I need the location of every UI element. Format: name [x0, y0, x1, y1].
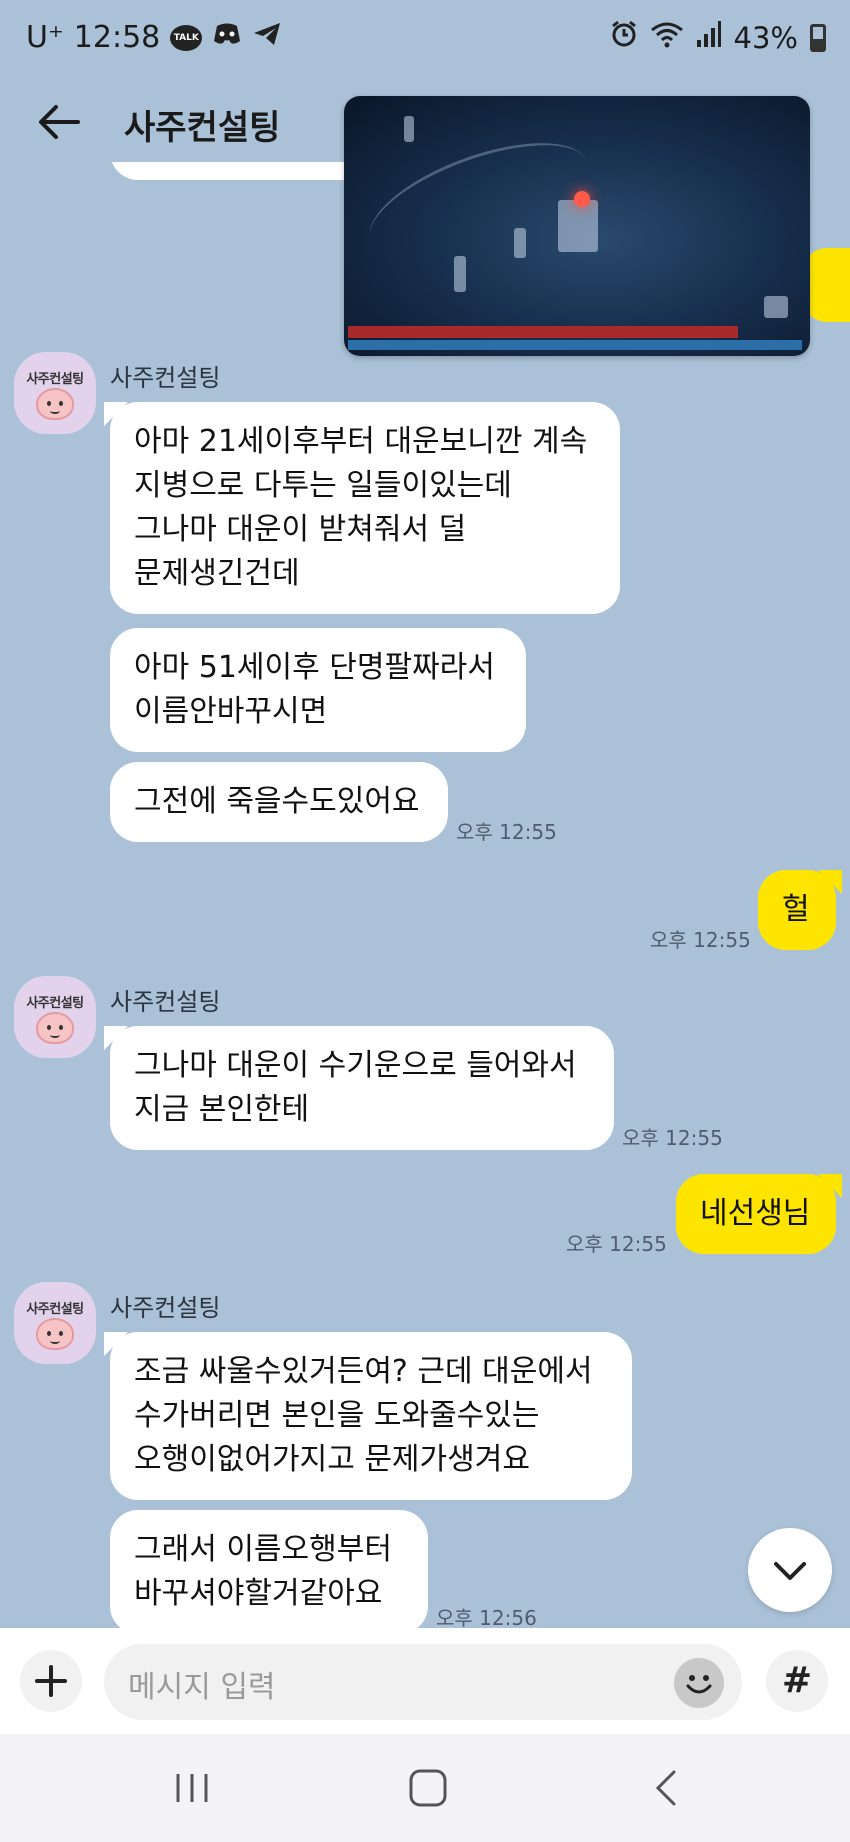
emoji-button[interactable] [674, 1658, 724, 1708]
battery-icon [810, 23, 826, 52]
status-bar: U⁺ 12:58 TALK 43% [0, 0, 850, 82]
mana-bar [348, 340, 802, 350]
message-bubble[interactable]: 그래서 이름오행부터 바꾸셔야할거같아요 [110, 1510, 428, 1628]
recent-apps-button[interactable] [160, 1756, 224, 1820]
message-timestamp: 오후 12:56 [436, 1606, 537, 1628]
message-timestamp: 오후 12:55 [456, 820, 557, 844]
back-button[interactable] [34, 96, 86, 148]
sender-name: 사주컨설팅 [110, 988, 221, 1016]
plus-icon [35, 1665, 67, 1697]
emoji-icon [686, 1675, 712, 1694]
chevron-left-icon [655, 1770, 676, 1806]
avatar-label: 사주컨설팅 [26, 996, 84, 1011]
signal-icon [696, 20, 722, 55]
message-timestamp: 오후 12:55 [566, 1232, 667, 1256]
video-scene-light [574, 191, 590, 207]
arrow-left-icon [39, 105, 80, 139]
video-scene-figure [514, 228, 526, 258]
message-bubble[interactable]: 아마 51세이후 단명팔짜라서 이름안바꾸시면 [110, 628, 526, 752]
system-nav-bar [0, 1734, 850, 1842]
scroll-to-bottom-button[interactable] [748, 1528, 832, 1612]
recent-apps-icon [176, 1774, 208, 1802]
message-bubble[interactable]: 아마 21세이후부터 대운보니깐 계속 지병으로 다투는 일들이있는데 그나마 … [110, 402, 620, 614]
avatar[interactable]: 사주컨설팅 [14, 352, 96, 434]
message-bubble[interactable]: 그전에 죽을수도있어요 [110, 762, 448, 842]
back-nav-button[interactable] [636, 1756, 700, 1820]
floating-video-player[interactable] [344, 96, 810, 356]
message-timestamp: 오후 12:55 [622, 1126, 723, 1150]
avatar-label: 사주컨설팅 [26, 372, 84, 387]
partial-message-bubble [110, 162, 370, 180]
wifi-icon [650, 20, 684, 55]
video-scene-figure [764, 296, 788, 318]
avatar[interactable]: 사주컨설팅 [14, 1282, 96, 1364]
video-scene-figure [454, 256, 466, 292]
home-button[interactable] [396, 1756, 460, 1820]
talk-icon: TALK [170, 24, 203, 51]
peach-character-icon [36, 1012, 74, 1044]
message-bubble[interactable]: 그나마 대운이 수기운으로 들어와서 지금 본인한테 [110, 1026, 614, 1150]
message-bubble[interactable]: 조금 싸울수있거든여? 근데 대운에서 수가버리면 본인을 도와줄수있는 오행이… [110, 1332, 632, 1500]
message-bubble[interactable]: 네선생님 [676, 1174, 836, 1254]
chat-title: 사주컨설팅 [124, 108, 281, 148]
peach-character-icon [36, 1318, 74, 1350]
message-input-placeholder: 메시지 입력 [128, 1670, 276, 1705]
peach-character-icon [36, 388, 74, 420]
video-scene-figure [558, 200, 598, 252]
sender-name: 사주컨설팅 [110, 1294, 221, 1322]
carrier-label: U⁺ [26, 20, 64, 55]
message-list[interactable]: 사주컨설팅 사주컨설팅 아마 21세이후부터 대운보니깐 계속 지병으로 다투는… [0, 162, 850, 1628]
telegram-icon [252, 20, 282, 55]
sender-name: 사주컨설팅 [110, 364, 221, 392]
home-icon [409, 1769, 447, 1807]
message-bubble[interactable]: 헐 [758, 870, 836, 950]
clock: 12:58 [73, 20, 161, 55]
avatar-label: 사주컨설팅 [26, 1302, 84, 1317]
avatar[interactable]: 사주컨설팅 [14, 976, 96, 1058]
message-timestamp: 오후 12:55 [650, 928, 751, 952]
video-scene-figure [404, 116, 414, 142]
attach-button[interactable] [20, 1650, 82, 1712]
health-bar [348, 326, 738, 338]
chevron-down-icon [774, 1562, 806, 1580]
hashtag-search-button[interactable]: # [766, 1650, 828, 1712]
alarm-icon [610, 20, 638, 55]
message-input[interactable]: 메시지 입력 [104, 1644, 742, 1720]
discord-icon [212, 20, 242, 55]
message-input-bar: 메시지 입력 # [0, 1628, 850, 1734]
battery-percent: 43% [733, 20, 798, 55]
